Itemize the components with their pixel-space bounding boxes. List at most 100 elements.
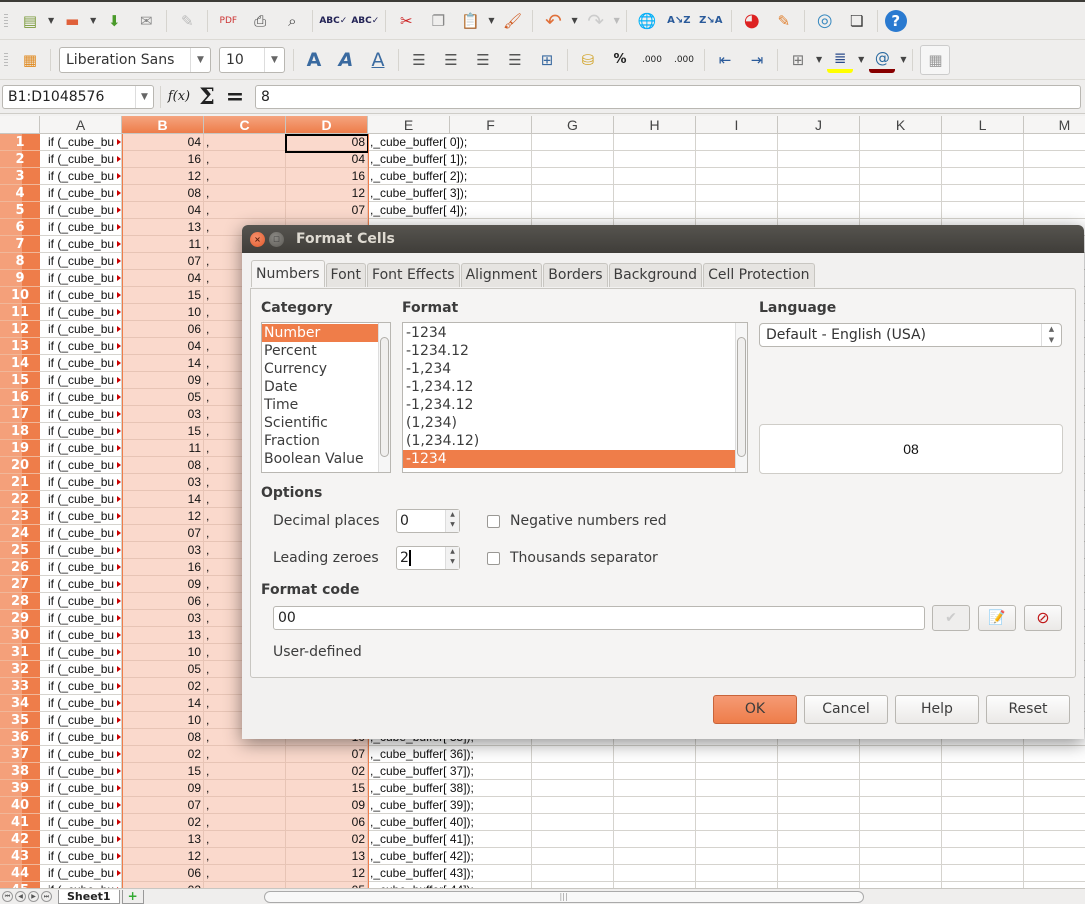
cell-m4[interactable] <box>1024 185 1085 202</box>
cell-l43[interactable] <box>942 848 1024 865</box>
row-header[interactable]: 26 <box>0 559 40 576</box>
format-scrollbar[interactable] <box>735 323 747 472</box>
cell-g3[interactable] <box>532 168 614 185</box>
chevron-down-icon[interactable]: ▼ <box>135 85 153 108</box>
cell-h3[interactable] <box>614 168 696 185</box>
row-header[interactable]: 5 <box>0 202 40 219</box>
row-header[interactable]: 33 <box>0 678 40 695</box>
cell-a36[interactable]: if (_cube_bu <box>40 729 122 746</box>
cell-f37[interactable] <box>450 746 532 763</box>
cell-d44[interactable]: 12 <box>286 865 368 882</box>
cell-g42[interactable] <box>532 831 614 848</box>
undo-icon[interactable]: ↶ <box>540 8 566 34</box>
cell-k43[interactable] <box>860 848 942 865</box>
tab-borders[interactable]: Borders <box>543 263 608 287</box>
cell-d2[interactable]: 04 <box>286 151 368 168</box>
negative-numbers-red-label[interactable]: Negative numbers red <box>510 513 667 529</box>
cell-h44[interactable] <box>614 865 696 882</box>
maximize-icon[interactable]: □ <box>269 231 284 247</box>
cell-g39[interactable] <box>532 780 614 797</box>
redo-icon[interactable]: ↷ <box>583 8 609 34</box>
increase-indent-icon[interactable]: ⇥ <box>744 47 770 73</box>
row-header[interactable]: 44 <box>0 865 40 882</box>
checkmark-icon[interactable]: ✔ <box>932 605 970 631</box>
cell-c3[interactable]: , <box>204 168 286 185</box>
cell-f42[interactable] <box>450 831 532 848</box>
thousands-separator-checkbox[interactable] <box>487 552 500 565</box>
cell-i1[interactable] <box>696 134 778 151</box>
delete-icon[interactable]: ⊘ <box>1024 605 1062 631</box>
cell-k5[interactable] <box>860 202 942 219</box>
row-header[interactable]: 14 <box>0 355 40 372</box>
font-color-dropdown-icon[interactable]: ▼ <box>900 55 906 64</box>
cell-h43[interactable] <box>614 848 696 865</box>
cell-a39[interactable]: if (_cube_bu <box>40 780 122 797</box>
cell-c37[interactable]: , <box>204 746 286 763</box>
sheet-tab-sheet1[interactable]: Sheet1 <box>58 889 120 904</box>
cell-h4[interactable] <box>614 185 696 202</box>
cell-b14[interactable]: 14 <box>122 355 204 372</box>
cell-l44[interactable] <box>942 865 1024 882</box>
cell-a20[interactable]: if (_cube_bu <box>40 457 122 474</box>
gallery-icon[interactable]: ❏ <box>844 8 870 34</box>
column-header-k[interactable]: K <box>860 116 942 134</box>
background-color-icon[interactable]: ≣ <box>827 47 854 73</box>
styles-formatting-icon[interactable]: ▦ <box>17 47 43 73</box>
column-header-l[interactable]: L <box>942 116 1024 134</box>
column-header-e[interactable]: E <box>368 116 450 134</box>
cell-f4[interactable] <box>450 185 532 202</box>
cell-a34[interactable]: if (_cube_bu <box>40 695 122 712</box>
leading-zeroes-spinner[interactable]: 2 ▲ ▼ <box>396 546 460 570</box>
cell-a8[interactable]: if (_cube_bu <box>40 253 122 270</box>
cell-a22[interactable]: if (_cube_bu <box>40 491 122 508</box>
category-list[interactable]: Number Percent Currency Date Time Scientific F… <box>261 322 391 473</box>
cell-j5[interactable] <box>778 202 860 219</box>
cell-l4[interactable] <box>942 185 1024 202</box>
column-header-d[interactable]: D <box>286 116 368 134</box>
cell-f43[interactable] <box>450 848 532 865</box>
thousands-separator-label[interactable]: Thousands separator <box>510 550 658 566</box>
cell-a17[interactable]: if (_cube_bu <box>40 406 122 423</box>
cell-b34[interactable]: 14 <box>122 695 204 712</box>
edit-comment-icon[interactable]: 📝 <box>978 605 1016 631</box>
cell-g5[interactable] <box>532 202 614 219</box>
spin-updown-icon[interactable]: ▲ ▼ <box>1041 324 1061 346</box>
cell-a19[interactable]: if (_cube_bu <box>40 440 122 457</box>
borders-dropdown-icon[interactable]: ▼ <box>816 55 822 64</box>
row-header[interactable]: 21 <box>0 474 40 491</box>
row-header[interactable]: 30 <box>0 627 40 644</box>
cell-i39[interactable] <box>696 780 778 797</box>
cell-b16[interactable]: 05 <box>122 389 204 406</box>
cell-a2[interactable]: if (_cube_bu <box>40 151 122 168</box>
row-header[interactable]: 37 <box>0 746 40 763</box>
cell-a31[interactable]: if (_cube_bu <box>40 644 122 661</box>
cell-b11[interactable]: 10 <box>122 304 204 321</box>
cell-b5[interactable]: 04 <box>122 202 204 219</box>
cell-b23[interactable]: 12 <box>122 508 204 525</box>
cell-k37[interactable] <box>860 746 942 763</box>
cell-f41[interactable] <box>450 814 532 831</box>
paste-dropdown-icon[interactable]: ▼ <box>488 16 494 25</box>
cell-l38[interactable] <box>942 763 1024 780</box>
cell-b9[interactable]: 04 <box>122 270 204 287</box>
cell-c5[interactable]: , <box>204 202 286 219</box>
cell-a16[interactable]: if (_cube_bu <box>40 389 122 406</box>
cell-j4[interactable] <box>778 185 860 202</box>
cell-j41[interactable] <box>778 814 860 831</box>
cell-a14[interactable]: if (_cube_bu <box>40 355 122 372</box>
prev-sheet-button[interactable]: ◀ <box>15 891 26 902</box>
help-button[interactable]: Help <box>895 695 979 724</box>
cell-b17[interactable]: 03 <box>122 406 204 423</box>
cell-b21[interactable]: 03 <box>122 474 204 491</box>
tab-alignment[interactable]: Alignment <box>460 263 543 287</box>
cell-b25[interactable]: 03 <box>122 542 204 559</box>
cell-b31[interactable]: 10 <box>122 644 204 661</box>
cell-f5[interactable] <box>450 202 532 219</box>
row-header[interactable]: 2 <box>0 151 40 168</box>
cell-b32[interactable]: 05 <box>122 661 204 678</box>
percent-format-button[interactable]: % <box>607 47 633 73</box>
cell-l1[interactable] <box>942 134 1024 151</box>
column-header-h[interactable]: H <box>614 116 696 134</box>
cell-a41[interactable]: if (_cube_bu <box>40 814 122 831</box>
cell-b4[interactable]: 08 <box>122 185 204 202</box>
